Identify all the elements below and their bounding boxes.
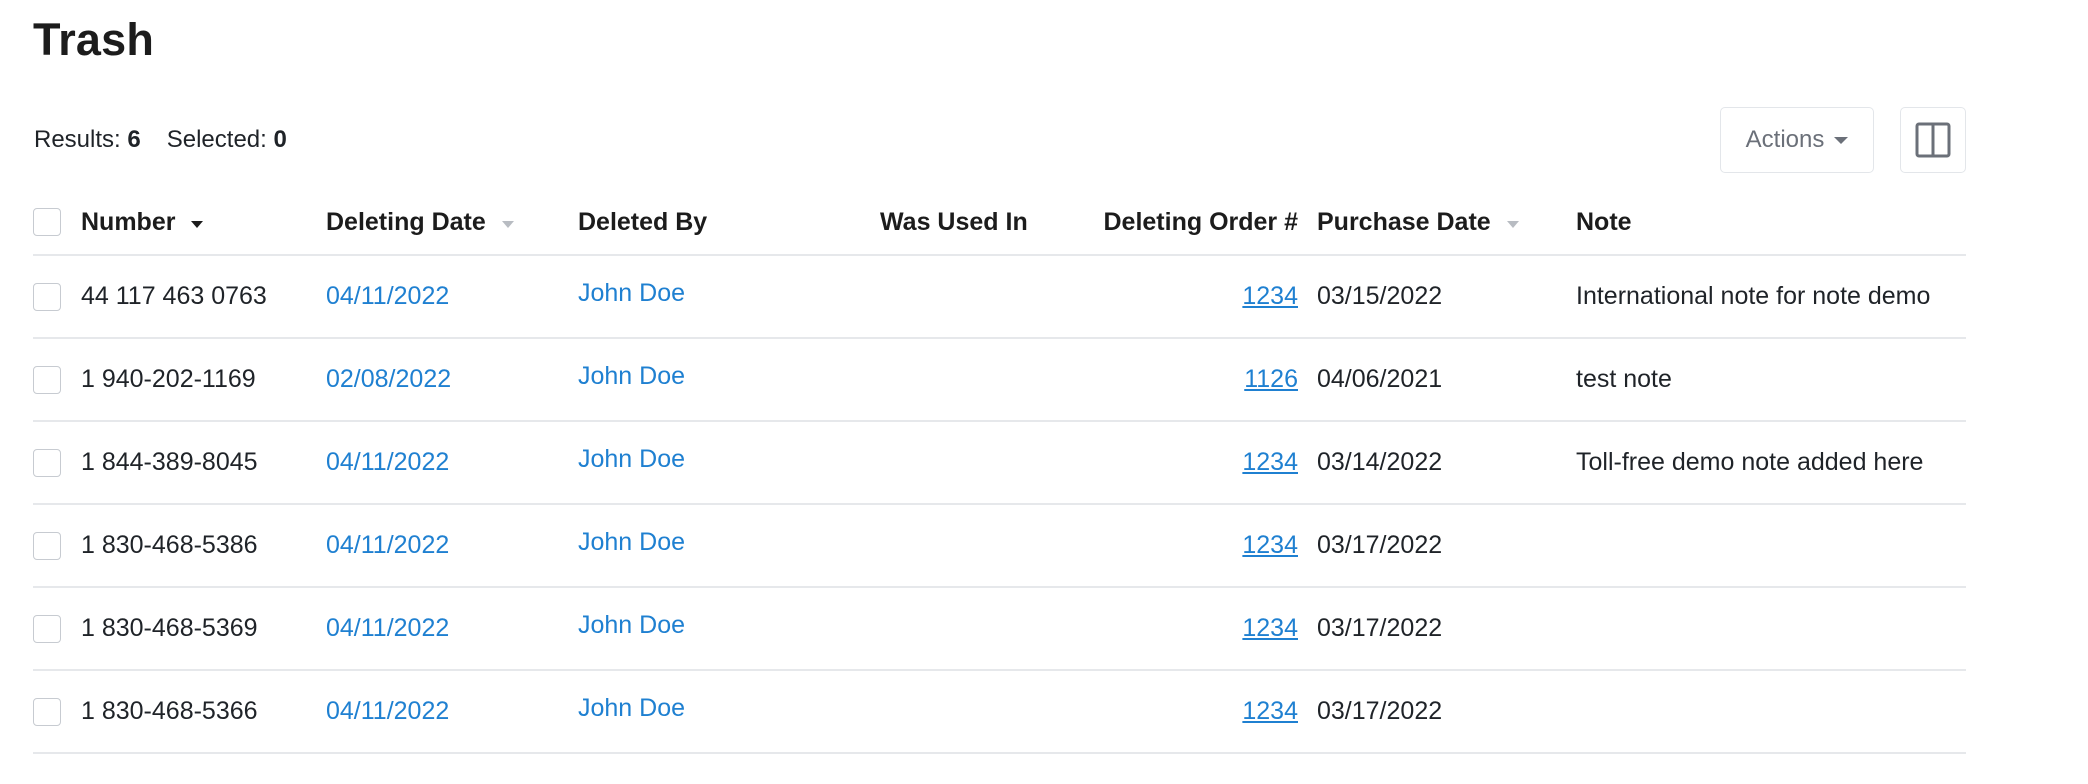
deleted-by-link[interactable]: John Doe <box>578 445 685 474</box>
deleted-by-link[interactable]: John Doe <box>578 694 685 723</box>
purchase-date-cell: 03/17/2022 <box>1317 614 1443 642</box>
number-cell: 1 830-468-5386 <box>81 531 258 559</box>
deleting-date-link[interactable]: 04/11/2022 <box>326 531 449 560</box>
deleting-order-link[interactable]: 1126 <box>1244 365 1298 394</box>
deleting-date-link[interactable]: 02/08/2022 <box>326 365 451 394</box>
deleting-date-link[interactable]: 04/11/2022 <box>326 697 449 726</box>
row-checkbox[interactable] <box>33 448 61 477</box>
number-cell: 1 940-202-1169 <box>81 365 256 393</box>
column-header-deleting-date[interactable]: Deleting Date <box>326 190 514 254</box>
table-header-row: Number Deleting Date Deleted By Was Used… <box>33 190 1966 256</box>
row-checkbox[interactable] <box>33 697 61 726</box>
column-header-was-used-in: Was Used In <box>880 207 1028 236</box>
table-row: 1 830-468-5369 04/11/2022 John Doe 1234 … <box>33 588 1966 671</box>
table-row: 1 844-389-8045 04/11/2022 John Doe 1234 … <box>33 422 1966 505</box>
purchase-date-cell: 03/17/2022 <box>1317 697 1443 725</box>
page-title: Trash <box>33 14 155 65</box>
selected-count: Selected: 0 <box>166 126 287 153</box>
results-summary: Results: 6 Selected: 0 <box>34 126 287 154</box>
columns-toggle-button[interactable] <box>1900 107 1966 173</box>
column-header-deleting-order: Deleting Order # <box>1103 207 1299 236</box>
sort-icon <box>501 220 514 228</box>
deleted-by-link[interactable]: John Doe <box>578 611 685 640</box>
deleting-order-link[interactable]: 1234 <box>1242 697 1298 726</box>
note-cell: International note for note demo <box>1576 282 1931 310</box>
columns-layout-icon <box>1915 122 1951 158</box>
actions-label: Actions <box>1745 126 1825 153</box>
column-header-number[interactable]: Number <box>81 190 204 254</box>
table-row: 1 940-202-1169 02/08/2022 John Doe 1126 … <box>33 339 1966 422</box>
row-checkbox[interactable] <box>33 614 61 643</box>
deleting-order-link[interactable]: 1234 <box>1242 531 1298 560</box>
row-checkbox[interactable] <box>33 282 61 311</box>
table-body: 44 117 463 0763 04/11/2022 John Doe 1234… <box>33 256 1966 754</box>
trash-table: Number Deleting Date Deleted By Was Used… <box>33 190 1966 754</box>
note-cell: Toll-free demo note added here <box>1576 448 1924 476</box>
results-count: Results: 6 <box>34 126 141 153</box>
column-header-deleted-by: Deleted By <box>578 207 708 236</box>
deleting-date-link[interactable]: 04/11/2022 <box>326 282 449 311</box>
column-header-purchase-date[interactable]: Purchase Date <box>1317 190 1519 254</box>
deleting-date-link[interactable]: 04/11/2022 <box>326 448 449 477</box>
deleting-date-link[interactable]: 04/11/2022 <box>326 614 449 643</box>
deleting-order-link[interactable]: 1234 <box>1242 614 1298 643</box>
number-cell: 1 844-389-8045 <box>81 448 258 476</box>
deleted-by-link[interactable]: John Doe <box>578 528 685 557</box>
purchase-date-cell: 04/06/2021 <box>1317 365 1443 393</box>
select-all-checkbox[interactable] <box>33 208 61 236</box>
deleting-order-link[interactable]: 1234 <box>1242 282 1298 311</box>
purchase-date-cell: 03/15/2022 <box>1317 282 1443 310</box>
number-cell: 1 830-468-5366 <box>81 697 258 725</box>
sort-desc-icon <box>191 220 204 228</box>
purchase-date-cell: 03/14/2022 <box>1317 448 1443 476</box>
column-header-note: Note <box>1576 207 1632 236</box>
number-cell: 1 830-468-5369 <box>81 614 258 642</box>
purchase-date-cell: 03/17/2022 <box>1317 531 1443 559</box>
number-cell: 44 117 463 0763 <box>81 282 267 310</box>
note-cell: test note <box>1576 365 1672 393</box>
trash-page: Trash Results: 6 Selected: 0 Actions Num… <box>0 0 2088 784</box>
row-checkbox[interactable] <box>33 531 61 560</box>
sort-icon <box>1506 220 1519 228</box>
row-checkbox[interactable] <box>33 365 61 394</box>
table-row: 1 830-468-5386 04/11/2022 John Doe 1234 … <box>33 505 1966 588</box>
chevron-down-icon <box>1834 136 1849 144</box>
table-row: 1 830-468-5366 04/11/2022 John Doe 1234 … <box>33 671 1966 754</box>
deleted-by-link[interactable]: John Doe <box>578 362 685 391</box>
deleted-by-link[interactable]: John Doe <box>578 279 685 308</box>
actions-dropdown-button[interactable]: Actions <box>1720 107 1874 173</box>
table-row: 44 117 463 0763 04/11/2022 John Doe 1234… <box>33 256 1966 339</box>
deleting-order-link[interactable]: 1234 <box>1242 448 1298 477</box>
